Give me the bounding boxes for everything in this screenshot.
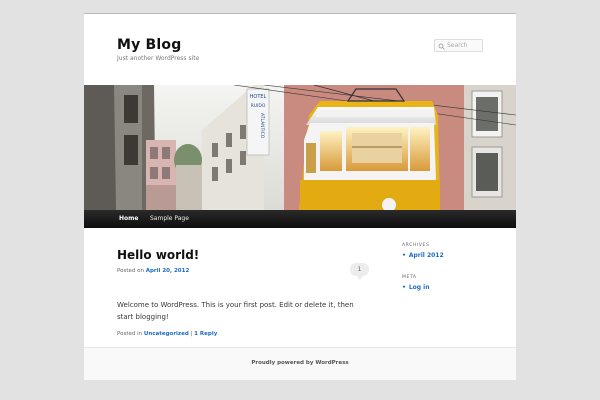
site-description: Just another WordPress site — [117, 55, 200, 62]
posted-on-label: Posted on — [117, 268, 144, 274]
search-input[interactable]: Search — [434, 39, 483, 52]
header-image[interactable]: HOTEL RUIDO ATLANTICO — [84, 85, 516, 210]
meta-widget-title: META — [402, 275, 417, 280]
archives-link-april-2012[interactable]: April 2012 — [402, 252, 444, 259]
banner-sign-hotel: HOTEL — [250, 94, 267, 100]
search-placeholder: Search — [447, 42, 468, 49]
comment-count-bubble[interactable]: 1 — [350, 263, 369, 280]
post-title[interactable]: Hello world! — [117, 248, 199, 262]
meta-separator: | — [190, 331, 193, 337]
post-content: Welcome to WordPress. This is your first… — [117, 301, 354, 321]
post-date-link[interactable]: April 20, 2012 — [146, 268, 190, 274]
search-icon — [438, 43, 445, 50]
nav-item-sample-page[interactable]: Sample Page — [150, 210, 189, 228]
site-footer: Proudly powered by WordPress — [84, 347, 516, 380]
site-title[interactable]: My Blog — [117, 37, 181, 53]
banner-sign-name: ATLANTICO — [259, 113, 265, 139]
archives-widget-title: ARCHIVES — [402, 243, 430, 248]
nav-item-home[interactable]: Home — [119, 210, 138, 228]
banner-sign-rua: RUIDO — [251, 103, 266, 109]
category-link[interactable]: Uncategorized — [144, 331, 189, 337]
page-container: My Blog Just another WordPress site Sear… — [84, 13, 516, 380]
meta-link-log-in[interactable]: Log in — [402, 284, 430, 291]
post-meta: Posted on April 20, 2012 — [117, 268, 189, 274]
post-footer-meta: Posted in Uncategorized | 1 Reply — [117, 331, 217, 337]
footer-credit-link[interactable]: Proudly powered by WordPress — [84, 360, 516, 366]
main-nav: Home Sample Page — [84, 210, 516, 228]
reply-link[interactable]: 1 Reply — [194, 331, 217, 337]
posted-in-label: Posted in — [117, 331, 143, 337]
